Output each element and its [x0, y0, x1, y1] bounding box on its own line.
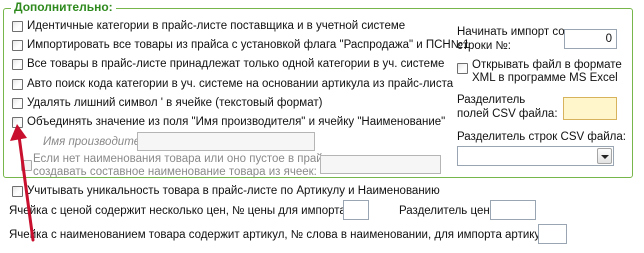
single-category-label: Все товары в прайс-листе принадлежат тол… — [27, 58, 445, 70]
merge-manufacturer-checkbox[interactable] — [12, 117, 23, 128]
csv-field-separator-input[interactable] — [563, 97, 617, 120]
article-word-number-input[interactable] — [538, 224, 567, 244]
csv-row-separator-select[interactable] — [457, 146, 614, 166]
composite-name-checkbox[interactable] — [21, 160, 32, 171]
import-sale-checkbox[interactable] — [12, 40, 23, 51]
chevron-down-icon[interactable] — [597, 148, 612, 164]
identical-categories-label: Идентичные категории в прайс-листе поста… — [27, 20, 406, 32]
import-sale-label: Импортировать все товары из прайса с уст… — [27, 39, 470, 51]
open-excel-checkbox[interactable] — [457, 63, 468, 74]
composite-name-label-line1: Если нет наименования товара или оно пус… — [33, 153, 339, 165]
uniqueness-checkbox[interactable] — [12, 186, 23, 197]
csv-row-separator-label: Разделитель строк CSV файла: — [457, 131, 626, 143]
price-separator-input[interactable] — [490, 200, 536, 220]
composite-name-input[interactable] — [320, 155, 441, 174]
single-category-checkbox[interactable] — [12, 59, 23, 70]
manufacturer-name-input[interactable] — [137, 132, 315, 151]
remove-symbol-label: Удалять лишний символ ' в ячейке (тексто… — [27, 97, 323, 109]
csv-field-separator-label-line1: Разделитель — [457, 94, 526, 106]
start-import-label-line2: строки №: — [457, 40, 511, 52]
price-number-input[interactable] — [343, 200, 369, 220]
open-excel-label-line1: Открывать файл в формате — [472, 59, 622, 71]
composite-name-label-line2: создавать составное наименование товара … — [33, 166, 317, 178]
auto-search-checkbox[interactable] — [12, 79, 23, 90]
uniqueness-label: Учитывать уникальность товара в прайс-ли… — [27, 185, 440, 197]
merge-manufacturer-label: Объединять значение из поля "Имя произво… — [27, 116, 446, 128]
price-cell-label: Ячейка с ценой содержит несколько цен, №… — [9, 205, 349, 217]
open-excel-label-line2: XML в программе MS Excel — [472, 72, 618, 84]
start-import-label-line1: Начинать импорт со — [457, 26, 565, 38]
identical-categories-checkbox[interactable] — [12, 21, 23, 32]
remove-symbol-checkbox[interactable] — [12, 98, 23, 109]
csv-field-separator-label-line2: полей CSV файла: — [457, 108, 558, 120]
price-separator-label: Разделитель цены: — [399, 205, 502, 217]
start-import-row-input[interactable]: 0 — [564, 29, 617, 49]
name-cell-article-label: Ячейка с наименованием товара содержит а… — [9, 229, 557, 241]
group-title: Дополнительно: — [11, 1, 116, 14]
auto-search-label: Авто поиск кода категории в уч. системе … — [27, 78, 454, 90]
